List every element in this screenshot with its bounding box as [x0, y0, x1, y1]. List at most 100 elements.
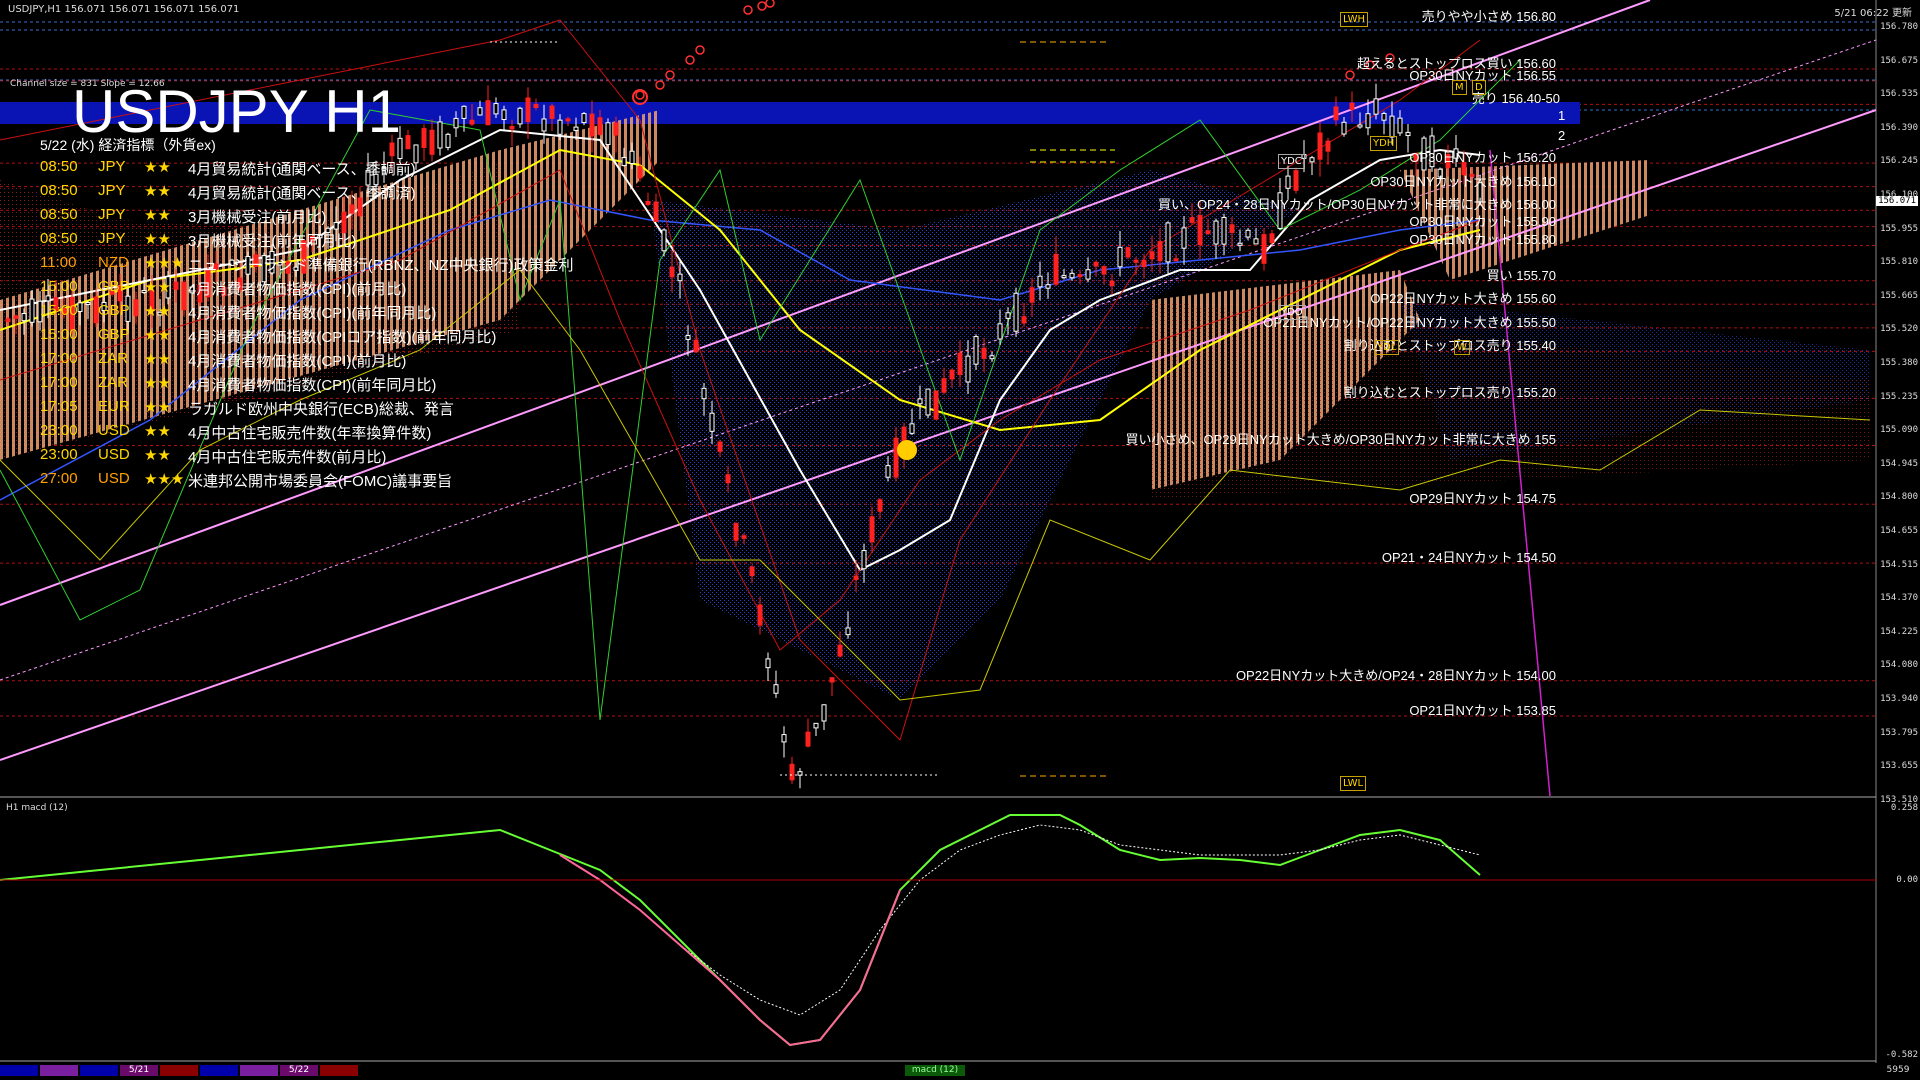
macd-tab[interactable]: macd (12) [905, 1065, 965, 1076]
candle-body [493, 103, 499, 115]
update-time: 5/21 06:22 更新 [1834, 8, 1912, 19]
candle-body [333, 222, 339, 230]
timeline-tab[interactable] [200, 1065, 238, 1076]
marker-box: LWH [1340, 12, 1369, 27]
event-currency: USD [98, 470, 130, 487]
candle-body [1157, 241, 1163, 262]
level-label: OP30日NYカット大きめ 156.10 [1370, 173, 1556, 189]
candle-body [429, 129, 435, 155]
candle-body [837, 644, 843, 657]
candle-body [1021, 316, 1027, 324]
price-tick: 154.945 [1880, 458, 1918, 469]
marker-box: LWL [1340, 776, 1367, 791]
event-currency: NZD [98, 254, 129, 271]
wave-label: 1 [1558, 108, 1566, 123]
candle-body [573, 126, 579, 131]
timeline-tab[interactable]: 5/21 [120, 1065, 158, 1076]
bottom-timeline[interactable]: 5/21 5/22 macd (12) 5959 [0, 1063, 1920, 1080]
candle-body [1117, 246, 1123, 268]
macd-tick: 0.258 [1890, 803, 1918, 813]
candle-body [565, 118, 571, 122]
candle-body [1269, 233, 1275, 243]
candle-body [1373, 98, 1379, 115]
candle-body [1245, 229, 1251, 238]
level-label: OP21日NYカット/OP22日NYカット大きめ 155.50 [1263, 314, 1556, 330]
candle-body [509, 125, 515, 130]
candle-body [653, 201, 659, 222]
candle-body [1325, 140, 1331, 152]
price-tick: 155.665 [1880, 290, 1918, 301]
event-time: 08:50 [40, 206, 78, 223]
candle-body [941, 378, 947, 393]
level-label: OP22日NYカット大きめ/OP24・28日NYカット 154.00 [1235, 667, 1556, 683]
candle-body [733, 523, 739, 541]
bottom-right-value: 5959 [1886, 1065, 1910, 1075]
candle-body [1365, 113, 1371, 129]
candle-body [1133, 259, 1139, 263]
candle-body [461, 105, 467, 119]
wave-label: 2 [1558, 128, 1566, 143]
event-time: 08:50 [40, 182, 78, 199]
candle-body [613, 122, 619, 136]
event-time: 15:00 [40, 302, 78, 319]
candle-body [517, 107, 523, 125]
candle-body [1189, 217, 1195, 223]
candle-body [485, 100, 491, 126]
timeline-tab[interactable] [40, 1065, 78, 1076]
chart-window[interactable]: USDJPY,H1 156.071 156.071 156.071 156.07… [0, 0, 1920, 1080]
candle-body [1029, 287, 1035, 303]
candle-body [1053, 253, 1059, 285]
candle-body [5, 318, 11, 323]
candle-body [877, 499, 883, 512]
candle-body [589, 113, 595, 137]
candle-body [1197, 215, 1203, 246]
candle-body [501, 109, 507, 120]
candle-body [29, 298, 35, 323]
candle-body [1261, 234, 1267, 264]
candle-body [445, 133, 451, 148]
event-importance: ★★ [144, 183, 171, 200]
price-tick: 155.235 [1880, 391, 1918, 402]
event-currency: GBP [98, 302, 130, 319]
event-name: 4月貿易統計(通関ベース、季調前) [188, 161, 416, 178]
candle-body [1141, 259, 1147, 268]
candle-body [805, 731, 811, 747]
candle-body [1125, 247, 1131, 258]
event-currency: USD [98, 446, 130, 463]
candle-body [813, 722, 819, 729]
timeline-tab[interactable] [80, 1065, 118, 1076]
candle-body [709, 412, 715, 432]
timeline-tab[interactable] [160, 1065, 198, 1076]
candle-body [45, 295, 51, 302]
price-tick: 155.810 [1880, 257, 1918, 268]
candle-body [981, 347, 987, 359]
candle-body [741, 535, 747, 539]
candle-body [1237, 242, 1243, 246]
candle-body [677, 273, 683, 282]
level-label: OP21日NYカット 153.85 [1409, 703, 1556, 718]
event-name: 4月消費者物価指数(CPI)(前年同月比) [188, 305, 437, 322]
candle-body [1333, 106, 1339, 121]
timeline-tab[interactable] [0, 1065, 38, 1076]
event-currency: USD [98, 422, 130, 439]
timeline-tab[interactable]: 5/22 [280, 1065, 318, 1076]
event-importance: ★★ [144, 303, 171, 320]
event-importance: ★★ [144, 279, 171, 296]
candle-body [853, 575, 859, 580]
event-importance: ★★ [144, 327, 171, 344]
candle-body [437, 121, 443, 149]
timeline-tab[interactable] [320, 1065, 358, 1076]
level-label: OP30日NYカット 155.80 [1409, 232, 1556, 248]
candle-body [757, 604, 763, 626]
timeline-tab[interactable] [240, 1065, 278, 1076]
candle-body [1349, 102, 1355, 110]
symbol-title: USDJPY H1 [72, 78, 402, 145]
level-label: 売りやや小さめ 156.80 [1421, 9, 1556, 24]
event-name: 3月機械受注(前月比) [188, 209, 327, 226]
candle-body [1341, 121, 1347, 135]
candle-body [1389, 115, 1395, 138]
price-tick: 153.795 [1880, 727, 1918, 738]
price-tick: 155.520 [1880, 324, 1918, 335]
event-name: 4月消費者物価指数(CPI)(前月比) [188, 281, 407, 298]
price-tick: 153.940 [1880, 694, 1918, 704]
